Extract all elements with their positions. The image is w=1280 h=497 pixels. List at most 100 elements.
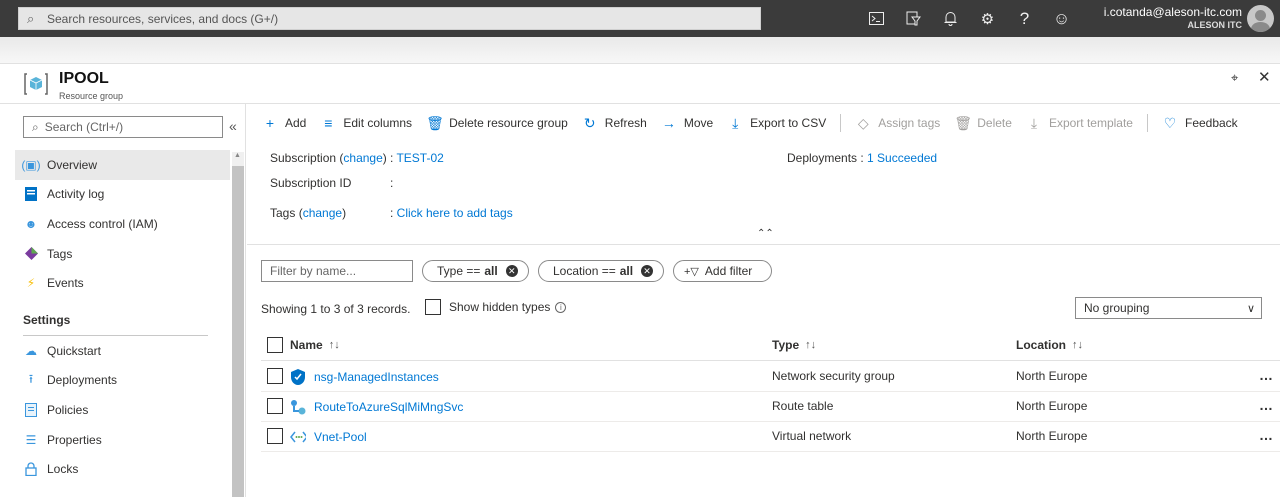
table-row[interactable]: nsg-ManagedInstances Network security gr…	[261, 362, 1280, 392]
resource-name-link[interactable]: nsg-ManagedInstances	[314, 370, 439, 384]
refresh-button[interactable]: ↻ Refresh	[582, 115, 647, 132]
resource-name-link[interactable]: Vnet-Pool	[314, 430, 367, 444]
collapse-essentials-icon[interactable]: ⌃⌃	[757, 228, 774, 239]
assign-tags-button[interactable]: ◇ Assign tags	[855, 115, 940, 132]
cloud-shell-icon[interactable]	[858, 0, 895, 37]
sidebar-section-settings: Settings	[23, 313, 71, 327]
add-filter-icon: +▽	[684, 265, 699, 278]
remove-filter-icon[interactable]: ✕	[641, 265, 654, 277]
sidebar-item-quickstart[interactable]: ☁ Quickstart	[15, 336, 230, 366]
sidebar-item-activity-log[interactable]: Activity log	[15, 180, 230, 210]
plus-icon: +	[265, 115, 275, 131]
column-header-type[interactable]: Type ↑↓	[772, 338, 816, 352]
pin-icon[interactable]: ⌖	[1231, 70, 1238, 86]
sidebar-item-policies[interactable]: Policies	[15, 395, 230, 425]
user-email: i.cotanda@aleson-itc.com	[1103, 5, 1242, 19]
heart-icon: ♡	[1163, 114, 1177, 131]
export-template-button[interactable]: ⤓ Export template	[1026, 115, 1133, 132]
tag-icon	[23, 246, 39, 262]
more-options-icon[interactable]: …	[1259, 427, 1274, 443]
quickstart-icon: ☁	[25, 343, 37, 358]
location-filter-pill[interactable]: Location == all ✕	[538, 260, 664, 282]
type-filter-pill[interactable]: Type == all ✕	[422, 260, 529, 282]
add-tags-link[interactable]: Click here to add tags	[397, 206, 513, 220]
more-options-icon[interactable]: …	[1259, 397, 1274, 413]
sidebar-item-overview[interactable]: (▣) Overview	[15, 150, 230, 180]
trash-icon: 🗑	[426, 114, 444, 131]
row-checkbox[interactable]	[267, 398, 283, 414]
tags-row: Tags (change)	[270, 206, 347, 220]
tag-outline-icon: ◇	[857, 114, 869, 131]
columns-icon: ≡	[324, 115, 333, 131]
trash-icon: 🗑	[954, 114, 973, 131]
sidebar-item-tags[interactable]: Tags	[15, 239, 230, 269]
sidebar-item-properties[interactable]: ☰ Properties	[15, 425, 230, 455]
help-icon[interactable]: ?	[1006, 0, 1043, 37]
scroll-up-icon[interactable]: ▲	[234, 152, 241, 159]
show-hidden-types-checkbox[interactable]	[425, 299, 441, 315]
download-icon: ⤓	[1030, 114, 1038, 131]
sidebar-item-events[interactable]: ⚡ Events	[15, 268, 230, 298]
subscription-id-value: :	[390, 176, 394, 190]
feedback-smiley-icon[interactable]: ☺	[1043, 0, 1080, 37]
events-icon: ⚡	[26, 276, 36, 291]
table-row[interactable]: RouteToAzureSqlMiMngSvc Route table Nort…	[261, 392, 1280, 422]
add-filter-button[interactable]: +▽ Add filter	[673, 260, 772, 282]
change-tags-link[interactable]: change	[303, 206, 342, 220]
grouping-select[interactable]: No grouping ∨	[1075, 297, 1262, 319]
toolbar-separator	[840, 114, 842, 132]
subscription-link[interactable]: TEST-02	[396, 151, 443, 165]
sidebar-item-iam[interactable]: ☻ Access control (IAM)	[15, 209, 230, 239]
column-header-location[interactable]: Location ↑↓	[1016, 338, 1083, 352]
collapse-sidebar-icon[interactable]: «	[229, 118, 237, 134]
change-subscription-link[interactable]: change	[343, 151, 382, 165]
feedback-button[interactable]: ♡ Feedback	[1162, 115, 1238, 132]
row-checkbox[interactable]	[267, 368, 283, 384]
row-checkbox[interactable]	[267, 428, 283, 444]
sidebar-settings-nav: ☁ Quickstart ⭱ Deployments Policies ☰ Pr…	[15, 336, 230, 484]
deployments-link[interactable]: 1 Succeeded	[867, 151, 937, 165]
delete-button[interactable]: 🗑 Delete	[954, 115, 1012, 132]
edit-columns-button[interactable]: ≡ Edit columns	[320, 115, 412, 131]
iam-icon: ☻	[24, 216, 38, 231]
sidebar-nav: (▣) Overview Activity log ☻ Access contr…	[15, 150, 230, 298]
show-hidden-types[interactable]: Show hidden types i	[425, 299, 567, 315]
command-bar: + Add ≡ Edit columns 🗑 Delete resource grou…	[262, 110, 1252, 136]
subscription-row: Subscription (change)	[270, 151, 387, 165]
portal-background	[0, 37, 1280, 63]
remove-filter-icon[interactable]: ✕	[505, 265, 518, 277]
notifications-icon[interactable]	[932, 0, 969, 37]
nsg-shield-icon	[290, 369, 306, 385]
resource-type: Network security group	[772, 369, 895, 383]
deployments-icon: ⭱	[28, 371, 34, 386]
delete-resource-group-button[interactable]: 🗑 Delete resource group	[426, 115, 568, 132]
sidebar-item-locks[interactable]: Locks	[15, 454, 230, 484]
export-csv-button[interactable]: ⤓ Export to CSV	[727, 115, 826, 132]
resource-name-link[interactable]: RouteToAzureSqlMiMngSvc	[314, 400, 463, 414]
route-table-icon	[290, 399, 306, 415]
sidebar-scrollbar-thumb[interactable]	[232, 166, 244, 497]
filter-by-name-input[interactable]: Filter by name...	[261, 260, 413, 282]
user-org: ALESON ITC	[1187, 20, 1242, 30]
select-all-checkbox[interactable]	[267, 337, 283, 353]
info-icon[interactable]: i	[555, 301, 567, 313]
resource-type: Virtual network	[772, 429, 852, 443]
table-row[interactable]: Vnet-Pool Virtual network North Europe …	[261, 422, 1280, 452]
settings-icon[interactable]: ⚙	[969, 0, 1006, 37]
sidebar-search-input[interactable]: ⌕ Search (Ctrl+/)	[23, 116, 223, 138]
move-button[interactable]: → Move	[661, 115, 713, 131]
close-icon[interactable]: ✕	[1258, 68, 1271, 86]
chevron-down-icon: ∨	[1246, 302, 1255, 315]
directory-filter-icon[interactable]	[895, 0, 932, 37]
user-account[interactable]: i.cotanda@aleson-itc.com ALESON ITC	[1104, 5, 1242, 31]
download-icon: ⤓	[732, 114, 739, 131]
avatar[interactable]	[1247, 5, 1274, 32]
more-options-icon[interactable]: …	[1259, 367, 1274, 383]
top-bar: ⌕ Search resources, services, and docs (…	[0, 0, 1280, 37]
add-button[interactable]: + Add	[262, 115, 306, 131]
sidebar-item-deployments[interactable]: ⭱ Deployments	[15, 366, 230, 396]
global-search-input[interactable]: ⌕ Search resources, services, and docs (…	[18, 7, 761, 30]
sort-icon: ↑↓	[1072, 339, 1083, 351]
column-header-name[interactable]: Name ↑↓	[290, 338, 340, 352]
subscription-id-label: Subscription ID	[270, 176, 352, 190]
